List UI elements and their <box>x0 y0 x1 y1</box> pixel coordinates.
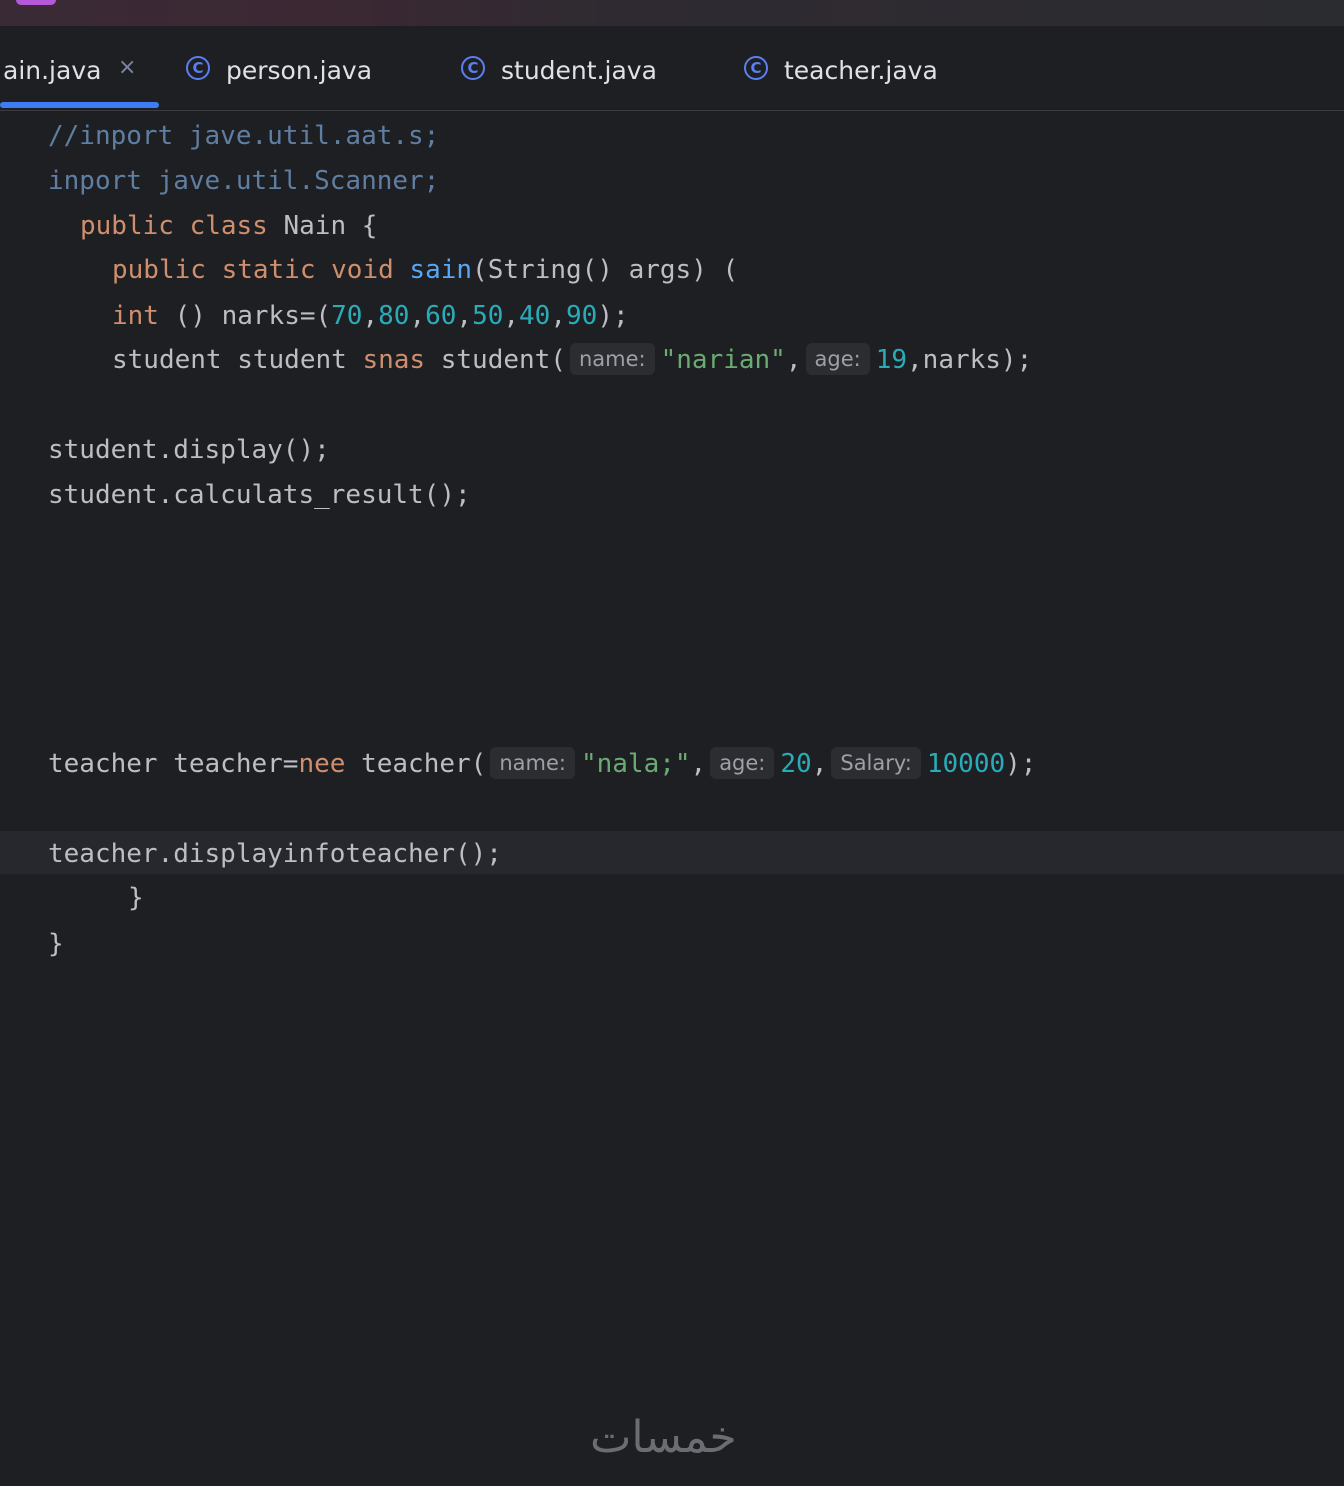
code-comma: , <box>409 301 426 331</box>
code-line-2[interactable]: inport jave.util.Scanner; <box>48 164 439 198</box>
tab-main-java[interactable]: ain.java × <box>0 26 160 110</box>
code-string: "narian" <box>660 345 786 375</box>
class-icon: C <box>186 56 210 80</box>
code-line-10[interactable]: teacher.displayinfoteacher(); <box>48 837 502 871</box>
code-keyword: public static void <box>112 255 394 285</box>
code-comma: , <box>456 301 473 331</box>
code-text: ,narks); <box>907 345 1033 375</box>
code-number: 70 <box>331 301 363 331</box>
tab-person-java[interactable]: C person.java <box>180 26 420 110</box>
code-text: Nain { <box>267 211 378 241</box>
code-function-name: sain <box>409 255 473 285</box>
param-hint-salary: Salary: <box>831 747 921 779</box>
code-text: ); <box>1005 749 1037 779</box>
code-number: 50 <box>472 301 504 331</box>
code-number: 90 <box>566 301 598 331</box>
code-text: teacher( <box>345 749 487 779</box>
code-comma: , <box>503 301 520 331</box>
code-comma: , <box>811 749 828 779</box>
code-comma: , <box>362 301 379 331</box>
code-number: 20 <box>780 749 812 779</box>
code-text: (String() args) ( <box>472 255 739 285</box>
tab-label: ain.java <box>3 56 102 85</box>
editor-tab-bar: ain.java × C person.java C student.java … <box>0 26 1344 111</box>
code-line-1[interactable]: //inport jave.util.aat.s; <box>48 119 439 153</box>
app-badge <box>16 0 56 5</box>
watermark-logo: خمسات <box>590 1412 737 1463</box>
code-comment: //inport jave.util.aat.s; <box>48 121 440 151</box>
code-keyword: int <box>112 301 159 331</box>
tab-teacher-java[interactable]: C teacher.java <box>738 26 998 110</box>
code-line-7[interactable]: student.display(); <box>48 433 330 467</box>
param-hint-age: age: <box>710 747 775 779</box>
code-number: 60 <box>425 301 457 331</box>
code-text: student.display(); <box>48 435 330 465</box>
code-text: student student <box>112 345 363 375</box>
code-string: "nala;" <box>580 749 691 779</box>
code-number: 80 <box>378 301 410 331</box>
code-comma: , <box>785 345 802 375</box>
param-hint-name: name: <box>490 747 575 779</box>
code-number: 40 <box>519 301 551 331</box>
window-title-bar <box>0 0 1344 26</box>
param-hint-name: name: <box>569 343 655 375</box>
class-icon: C <box>461 56 485 80</box>
code-line-9[interactable]: teacher teacher=nee teacher(name: "nala;"… <box>48 747 1036 781</box>
code-text: () narks=( <box>158 301 332 331</box>
code-line-5[interactable]: int () narks=(70,80,60,50,40,90); <box>112 299 629 333</box>
code-line-12[interactable]: } <box>48 927 64 961</box>
code-text: student.calculats_result(); <box>48 480 471 510</box>
class-icon: C <box>744 56 768 80</box>
tab-label: teacher.java <box>784 56 938 85</box>
code-text: teacher.displayinfoteacher(); <box>48 839 502 869</box>
code-text: ); <box>597 301 629 331</box>
active-tab-indicator <box>0 102 159 108</box>
code-keyword: nee <box>298 749 346 779</box>
code-number: 19 <box>875 345 908 375</box>
code-line-3[interactable]: public class Nain { <box>80 209 377 243</box>
code-number: 10000 <box>926 749 1006 779</box>
code-keyword: public class <box>80 211 268 241</box>
close-icon[interactable]: × <box>118 55 136 80</box>
code-line-4[interactable]: public static void sain(String() args) ( <box>112 253 738 287</box>
tab-student-java[interactable]: C student.java <box>455 26 705 110</box>
code-line-6[interactable]: student student snas student(name: "naria… <box>112 343 1032 377</box>
code-import: inport jave.util.Scanner; <box>48 166 440 196</box>
code-line-11[interactable]: } <box>128 881 144 915</box>
tab-label: student.java <box>501 56 657 85</box>
code-comma: , <box>690 749 707 779</box>
code-text: student( <box>425 345 566 375</box>
code-closing-brace: } <box>48 929 64 959</box>
code-text: teacher teacher= <box>48 749 299 779</box>
code-closing-brace: } <box>128 883 144 913</box>
code-keyword: snas <box>362 345 426 375</box>
code-line-8[interactable]: student.calculats_result(); <box>48 478 471 512</box>
tab-label: person.java <box>226 56 373 85</box>
param-hint-age: age: <box>805 343 870 375</box>
code-comma: , <box>550 301 566 331</box>
